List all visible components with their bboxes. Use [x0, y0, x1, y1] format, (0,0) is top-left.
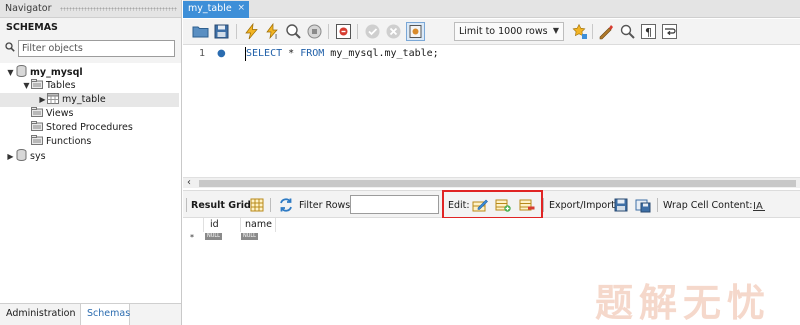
tree-label: Tables — [46, 80, 76, 91]
sql-star: * — [282, 48, 301, 59]
navigator-header: Navigator — [0, 0, 181, 18]
export-icon[interactable] — [613, 197, 629, 213]
chevron-right-icon[interactable]: ▶ — [6, 150, 15, 164]
editor-tab-bar: my_table × — [183, 0, 800, 18]
autocommit-toggle-icon[interactable] — [406, 22, 425, 41]
tree-label: my_table — [62, 94, 106, 105]
folder-icon — [31, 121, 43, 131]
tree-label: my_mysql — [30, 67, 83, 78]
filter-rows-input[interactable] — [350, 195, 439, 214]
sql-table-ref: my_mysql.my_table; — [324, 48, 439, 59]
sql-editor[interactable]: 1 ● SELECT * FROM my_mysql.my_table; — [183, 45, 800, 177]
tree-label: sys — [30, 151, 46, 162]
query-tab[interactable]: my_table × — [183, 1, 249, 18]
filter-row — [0, 39, 181, 59]
execute-current-icon[interactable]: I — [264, 22, 281, 41]
limit-rows-select[interactable]: Limit to 1000 rows ▼ — [454, 22, 564, 41]
explain-icon[interactable] — [285, 23, 302, 40]
tree-label: Views — [46, 108, 74, 119]
chevron-down-icon[interactable]: ▼ — [22, 79, 31, 93]
save-icon[interactable] — [213, 23, 230, 40]
schema-tree: ▼ my_mysql ▼ Tables ▶ my_table Views Stored… — [0, 63, 181, 303]
svg-text:I: I — [275, 33, 277, 40]
beautify-icon[interactable] — [571, 23, 588, 40]
edit-buttons-highlight — [442, 190, 543, 219]
folder-icon — [31, 135, 43, 145]
toggle-error-icon[interactable] — [335, 23, 352, 40]
filter-rows-label: Filter Rows: — [299, 200, 354, 211]
new-row-marker: * — [190, 233, 194, 242]
tree-item-functions[interactable]: Functions — [31, 135, 91, 149]
chevron-down-icon: ▼ — [552, 26, 559, 35]
sql-statement[interactable]: SELECT * FROM my_mysql.my_table; — [246, 48, 439, 59]
commit-icon[interactable] — [364, 23, 381, 40]
editor-horizontal-scrollbar[interactable]: ‹ — [183, 177, 800, 188]
tree-item-my-table[interactable]: ▶ my_table — [0, 93, 179, 107]
tab-administration[interactable]: Administration — [0, 304, 78, 325]
tree-item-my-mysql[interactable]: ▼ my_mysql — [6, 65, 83, 79]
search-icon — [5, 42, 17, 54]
close-icon[interactable]: × — [237, 3, 245, 13]
stop-icon[interactable] — [306, 23, 323, 40]
wrap-cell-content-label: Wrap Cell Content: — [663, 200, 753, 211]
navigator-tabs: Administration Schemas — [0, 303, 181, 325]
snippets-icon[interactable] — [598, 23, 615, 40]
watermark: 题解无忧 — [595, 281, 772, 325]
open-folder-icon[interactable] — [192, 23, 209, 40]
word-wrap-icon[interactable] — [661, 23, 678, 40]
filter-objects-input[interactable] — [18, 40, 175, 57]
column-header-id[interactable]: id — [207, 218, 241, 232]
tree-item-stored-procedures[interactable]: Stored Procedures — [31, 121, 133, 135]
wrap-cell-content-icon[interactable]: IA — [751, 197, 767, 213]
null-cell-name[interactable]: NULL — [241, 233, 258, 240]
tree-item-views[interactable]: Views — [31, 107, 74, 121]
invisible-chars-icon[interactable]: ¶ — [640, 23, 657, 40]
null-cell-id[interactable]: NULL — [205, 233, 222, 240]
chevron-down-icon[interactable]: ▼ — [6, 66, 15, 80]
folder-icon — [31, 79, 43, 89]
table-icon — [47, 93, 59, 104]
sql-keyword-from: FROM — [300, 48, 325, 59]
rollback-icon[interactable] — [385, 23, 402, 40]
query-tab-title: my_table — [188, 3, 232, 14]
schemas-section-header: SCHEMAS — [0, 18, 181, 38]
database-icon — [16, 65, 27, 77]
execute-icon[interactable] — [243, 22, 260, 40]
query-toolbar: I Limit to 1000 rows ▼ ¶ — [183, 19, 800, 45]
refresh-icon[interactable] — [278, 197, 294, 213]
find-icon[interactable] — [619, 23, 636, 40]
sql-keyword-select: SELECT — [246, 48, 283, 59]
statement-marker-icon: ● — [217, 48, 226, 59]
tree-label: Functions — [46, 136, 92, 147]
tree-item-tables[interactable]: ▼ Tables — [22, 79, 76, 93]
column-header-name[interactable]: name — [242, 218, 276, 232]
schemas-title: SCHEMAS — [6, 22, 58, 33]
tree-item-sys[interactable]: ▶ sys — [6, 149, 46, 163]
export-import-label: Export/Import: — [549, 200, 619, 211]
chevron-right-icon[interactable]: ▶ — [38, 93, 47, 107]
tab-schemas[interactable]: Schemas — [80, 304, 130, 325]
chevron-left-icon[interactable]: ‹ — [187, 177, 191, 188]
row-header-corner — [183, 218, 204, 232]
svg-text:¶: ¶ — [645, 26, 652, 39]
tree-label: Stored Procedures — [46, 122, 133, 133]
result-grid-tab[interactable]: Result Grid — [191, 200, 251, 211]
grid-view-icon[interactable] — [249, 197, 265, 213]
scrollbar-thumb[interactable] — [199, 180, 796, 187]
import-icon[interactable] — [635, 197, 651, 213]
folder-icon — [31, 107, 43, 117]
line-number: 1 — [199, 48, 206, 59]
database-icon — [16, 149, 27, 161]
